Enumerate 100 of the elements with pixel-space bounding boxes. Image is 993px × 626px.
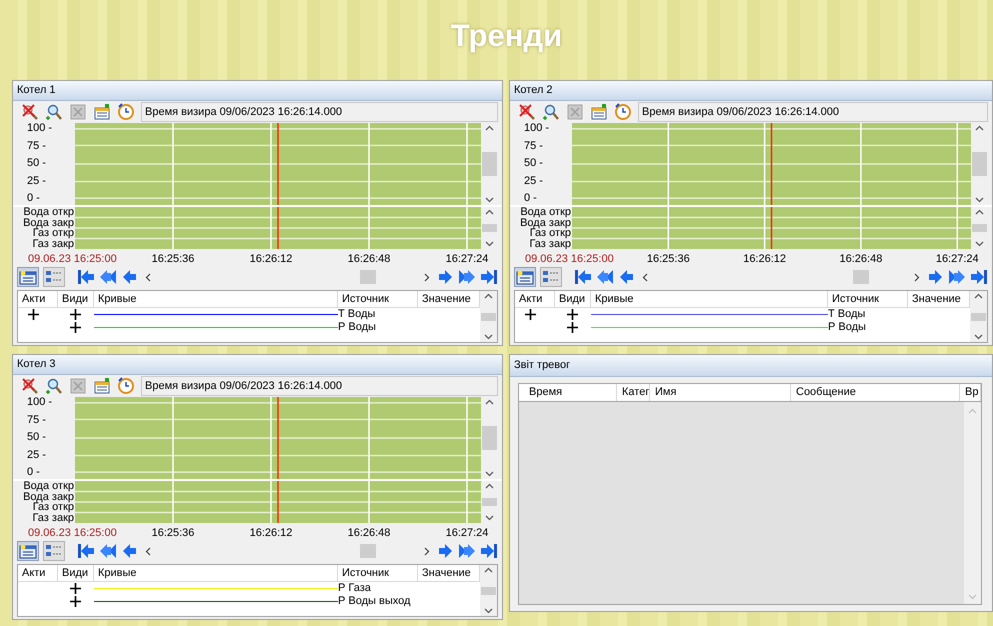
- column-header[interactable]: Акти: [515, 291, 555, 307]
- scroll-left-icon[interactable]: [145, 272, 151, 282]
- scroll-up-icon[interactable]: [485, 483, 494, 489]
- panel-title: Звіт тревог: [514, 358, 570, 374]
- scroll-thumb[interactable]: [482, 426, 497, 450]
- scroll-left-icon[interactable]: [145, 546, 151, 556]
- scroll-up-icon[interactable]: [974, 293, 983, 299]
- scroll-thumb[interactable]: [482, 224, 497, 232]
- right-end-arrow-icon[interactable]: [480, 543, 498, 559]
- scroll-down-icon[interactable]: [485, 471, 494, 477]
- clock-icon[interactable]: [614, 103, 632, 121]
- scroll-up-icon[interactable]: [484, 293, 493, 299]
- vertical-scrollbar[interactable]: [481, 123, 498, 205]
- scroll-thumb[interactable]: [972, 152, 987, 176]
- zoom-in-icon[interactable]: [45, 377, 63, 395]
- scroll-down-icon[interactable]: [484, 608, 493, 614]
- zoom-in-icon[interactable]: [45, 103, 63, 121]
- time-axis-label: 16:27:24: [446, 252, 488, 267]
- start-time-label: 09.06.23 16:25:00: [525, 252, 614, 267]
- scroll-thumb[interactable]: [971, 312, 986, 320]
- right-arrow-icon[interactable]: [926, 269, 944, 285]
- scroll-right-icon[interactable]: [424, 272, 430, 282]
- right-double-arrow-icon[interactable]: [948, 269, 966, 285]
- scroll-down-icon[interactable]: [484, 334, 493, 340]
- scroll-down-icon[interactable]: [485, 241, 494, 247]
- panel-title: Котел 2: [514, 83, 553, 98]
- vertical-scrollbar[interactable]: [480, 291, 497, 342]
- cross-icon[interactable]: [21, 377, 39, 395]
- column-header[interactable]: Имя: [650, 384, 791, 401]
- column-header[interactable]: Источник: [828, 291, 908, 307]
- scroll-right-icon[interactable]: [914, 272, 920, 282]
- scroll-left-icon[interactable]: [642, 272, 648, 282]
- vertical-scrollbar[interactable]: [481, 397, 498, 479]
- column-header[interactable]: Кривые: [94, 565, 338, 581]
- scroll-up-icon[interactable]: [975, 125, 984, 131]
- clock-icon[interactable]: [117, 377, 135, 395]
- column-header[interactable]: Акти: [18, 291, 58, 307]
- scroll-down-icon[interactable]: [974, 334, 983, 340]
- left-arrow-icon[interactable]: [121, 543, 139, 559]
- scroll-down-icon[interactable]: [485, 515, 494, 521]
- scroll-down-icon[interactable]: [975, 241, 984, 247]
- column-header[interactable]: Акти: [18, 565, 58, 581]
- column-header[interactable]: Источник: [338, 565, 418, 581]
- scroll-thumb[interactable]: [853, 270, 869, 284]
- time-axis-label: 16:25:36: [152, 252, 194, 267]
- scroll-thumb[interactable]: [481, 586, 496, 594]
- table-icon[interactable]: [93, 377, 111, 395]
- horizontal-scrollbar[interactable]: [143, 543, 432, 559]
- horizontal-scrollbar[interactable]: [143, 269, 432, 285]
- scroll-up-icon[interactable]: [485, 209, 494, 215]
- column-header[interactable]: Види: [58, 565, 94, 581]
- table-icon[interactable]: [590, 103, 608, 121]
- scroll-up-icon[interactable]: [485, 399, 494, 405]
- column-header[interactable]: Время: [519, 384, 617, 401]
- scroll-thumb[interactable]: [360, 270, 376, 284]
- scroll-down-icon[interactable]: [975, 197, 984, 203]
- left-arrow-icon[interactable]: [121, 269, 139, 285]
- right-end-arrow-icon[interactable]: [480, 269, 498, 285]
- scroll-right-icon[interactable]: [424, 546, 430, 556]
- right-double-arrow-icon[interactable]: [458, 543, 476, 559]
- horizontal-scrollbar[interactable]: [640, 269, 922, 285]
- scroll-down-icon[interactable]: [485, 197, 494, 203]
- left-double-arrow-icon[interactable]: [99, 543, 117, 559]
- vertical-scrollbar[interactable]: [971, 123, 988, 205]
- column-header[interactable]: Сообщение: [791, 384, 960, 401]
- column-header[interactable]: Катег: [617, 384, 650, 401]
- scroll-thumb[interactable]: [972, 224, 987, 232]
- left-arrow-icon[interactable]: [618, 269, 636, 285]
- zoom-in-icon[interactable]: [542, 103, 560, 121]
- table-icon[interactable]: [93, 103, 111, 121]
- vertical-scrollbar[interactable]: [480, 565, 497, 616]
- left-double-arrow-icon[interactable]: [99, 269, 117, 285]
- right-end-arrow-icon[interactable]: [970, 269, 988, 285]
- scroll-thumb[interactable]: [482, 498, 497, 506]
- scroll-thumb[interactable]: [482, 152, 497, 176]
- cross-icon[interactable]: [21, 103, 39, 121]
- column-header[interactable]: Вр: [960, 384, 981, 401]
- left-end-arrow-icon[interactable]: [77, 269, 95, 285]
- discrete-label: Вода закр: [520, 218, 571, 228]
- scroll-up-icon[interactable]: [484, 567, 493, 573]
- column-header[interactable]: Кривые: [94, 291, 338, 307]
- cross-icon[interactable]: [518, 103, 536, 121]
- scroll-thumb[interactable]: [360, 544, 376, 558]
- time-axis-label: 16:26:48: [348, 252, 390, 267]
- scroll-up-icon[interactable]: [485, 125, 494, 131]
- column-header[interactable]: Кривые: [591, 291, 828, 307]
- left-double-arrow-icon[interactable]: [596, 269, 614, 285]
- left-end-arrow-icon[interactable]: [574, 269, 592, 285]
- clock-icon[interactable]: [117, 103, 135, 121]
- scroll-up-icon[interactable]: [975, 209, 984, 215]
- right-arrow-icon[interactable]: [436, 269, 454, 285]
- left-end-arrow-icon[interactable]: [77, 543, 95, 559]
- right-arrow-icon[interactable]: [436, 543, 454, 559]
- right-double-arrow-icon[interactable]: [458, 269, 476, 285]
- vertical-scrollbar[interactable]: [970, 291, 987, 342]
- column-header[interactable]: Источник: [338, 291, 418, 307]
- discrete-label: Газ откр: [32, 228, 74, 238]
- column-header[interactable]: Види: [58, 291, 94, 307]
- column-header[interactable]: Види: [555, 291, 591, 307]
- scroll-thumb[interactable]: [481, 312, 496, 320]
